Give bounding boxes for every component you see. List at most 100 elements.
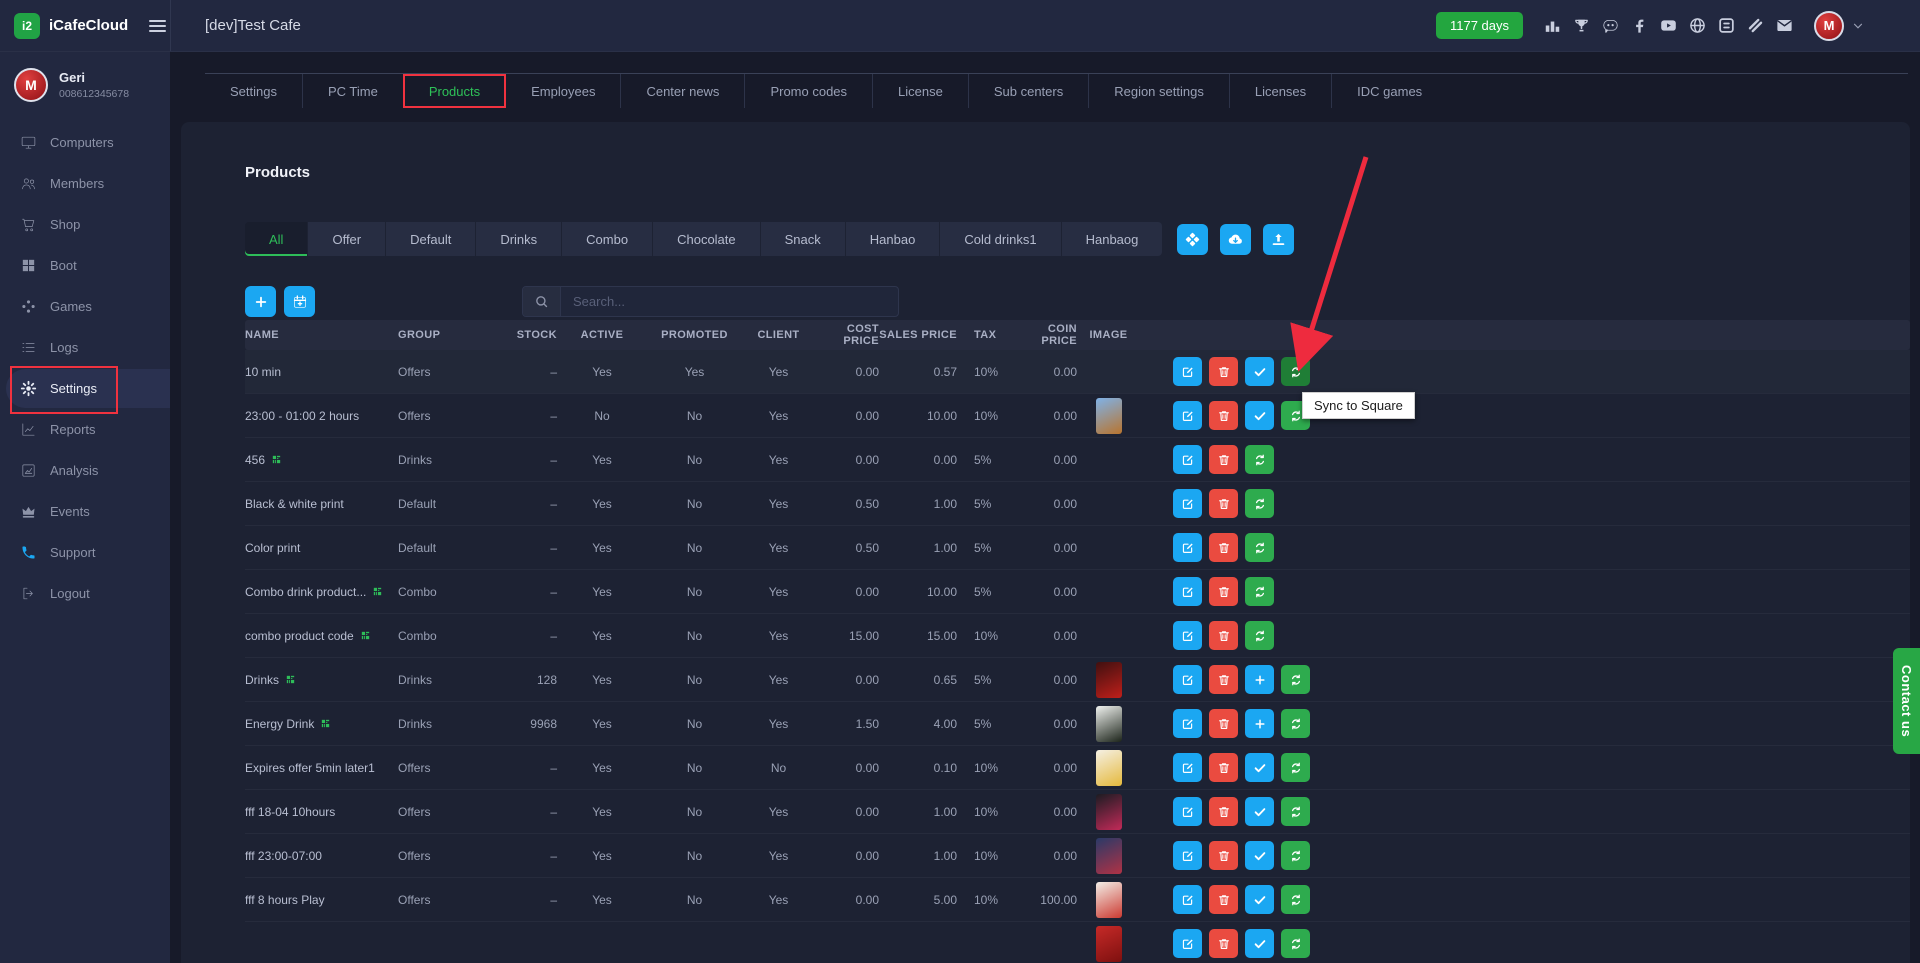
edit-button[interactable] — [1173, 533, 1202, 562]
sync-button[interactable] — [1281, 929, 1310, 958]
menu-icon[interactable] — [149, 20, 166, 32]
contact-us-tab[interactable]: Contact us — [1893, 648, 1920, 754]
edit-button[interactable] — [1173, 885, 1202, 914]
edit-button[interactable] — [1173, 577, 1202, 606]
edit-button[interactable] — [1173, 489, 1202, 518]
tab-pc-time[interactable]: PC Time — [302, 74, 403, 108]
edit-button[interactable] — [1173, 621, 1202, 650]
trash-button[interactable] — [1209, 401, 1238, 430]
check-button[interactable] — [1245, 841, 1274, 870]
filter-chip-hanbaog[interactable]: Hanbaog — [1062, 222, 1163, 256]
plus-button[interactable] — [1245, 665, 1274, 694]
sync-button[interactable] — [1245, 445, 1274, 474]
edit-button[interactable] — [1173, 665, 1202, 694]
sidebar-item-logout[interactable]: Logout — [0, 573, 170, 614]
trash-button[interactable] — [1209, 621, 1238, 650]
trash-button[interactable] — [1209, 841, 1238, 870]
tab-sub-centers[interactable]: Sub centers — [968, 74, 1088, 108]
sidebar-item-members[interactable]: Members — [0, 163, 170, 204]
trash-button[interactable] — [1209, 445, 1238, 474]
avatar[interactable]: M — [1814, 11, 1844, 41]
trash-button[interactable] — [1209, 577, 1238, 606]
sidebar-item-events[interactable]: Events — [0, 491, 170, 532]
tab-employees[interactable]: Employees — [505, 74, 620, 108]
edit-button[interactable] — [1173, 357, 1202, 386]
edit-button[interactable] — [1173, 401, 1202, 430]
tab-licenses[interactable]: Licenses — [1229, 74, 1331, 108]
sidebar-item-logs[interactable]: Logs — [0, 327, 170, 368]
sync-button[interactable] — [1245, 533, 1274, 562]
trash-button[interactable] — [1209, 533, 1238, 562]
check-button[interactable] — [1245, 797, 1274, 826]
check-button[interactable] — [1245, 401, 1274, 430]
sync-button[interactable] — [1245, 489, 1274, 518]
sidebar-item-analysis[interactable]: Analysis — [0, 450, 170, 491]
tab-idc-games[interactable]: IDC games — [1331, 74, 1447, 108]
filter-chip-offer[interactable]: Offer — [308, 222, 386, 256]
filter-chip-combo[interactable]: Combo — [562, 222, 653, 256]
trash-button[interactable] — [1209, 357, 1238, 386]
sidebar-item-boot[interactable]: Boot — [0, 245, 170, 286]
sync-button[interactable] — [1245, 577, 1274, 606]
ranking-icon[interactable] — [1543, 16, 1562, 35]
sync-button[interactable] — [1281, 357, 1310, 386]
trash-button[interactable] — [1209, 753, 1238, 782]
check-button[interactable] — [1245, 885, 1274, 914]
trash-button[interactable] — [1209, 709, 1238, 738]
trash-button[interactable] — [1209, 489, 1238, 518]
days-badge[interactable]: 1177 days — [1436, 12, 1523, 39]
filter-chip-hanbao[interactable]: Hanbao — [846, 222, 941, 256]
sidebar-item-reports[interactable]: Reports — [0, 409, 170, 450]
search-input[interactable] — [561, 287, 898, 316]
tab-promo-codes[interactable]: Promo codes — [744, 74, 872, 108]
sync-button[interactable] — [1281, 665, 1310, 694]
trophy-icon[interactable] — [1572, 16, 1591, 35]
sync-button[interactable] — [1245, 621, 1274, 650]
tab-products[interactable]: Products — [403, 74, 505, 108]
icafecloud-icon[interactable] — [1717, 16, 1736, 35]
sync-button[interactable] — [1281, 797, 1310, 826]
discord-icon[interactable] — [1601, 16, 1620, 35]
layers-icon[interactable] — [1746, 16, 1765, 35]
sidebar-item-shop[interactable]: Shop — [0, 204, 170, 245]
check-button[interactable] — [1245, 357, 1274, 386]
filter-chip-drinks[interactable]: Drinks — [476, 222, 562, 256]
tab-center-news[interactable]: Center news — [620, 74, 744, 108]
filter-chip-all[interactable]: All — [245, 222, 308, 256]
trash-button[interactable] — [1209, 797, 1238, 826]
tab-region-settings[interactable]: Region settings — [1088, 74, 1229, 108]
add-offer-button[interactable] — [284, 286, 315, 317]
sidebar-item-support[interactable]: Support — [0, 532, 170, 573]
plus-button[interactable] — [1245, 709, 1274, 738]
square-categories-button[interactable] — [1177, 224, 1208, 255]
sidebar-user[interactable]: M Geri 008612345678 — [0, 52, 170, 112]
trash-button[interactable] — [1209, 885, 1238, 914]
sidebar-item-computers[interactable]: Computers — [0, 122, 170, 163]
check-button[interactable] — [1245, 753, 1274, 782]
sync-button[interactable] — [1281, 841, 1310, 870]
sidebar-item-games[interactable]: Games — [0, 286, 170, 327]
edit-button[interactable] — [1173, 929, 1202, 958]
trash-button[interactable] — [1209, 929, 1238, 958]
mail-icon[interactable] — [1775, 16, 1794, 35]
import-products-button[interactable] — [1220, 224, 1251, 255]
edit-button[interactable] — [1173, 797, 1202, 826]
check-button[interactable] — [1245, 929, 1274, 958]
edit-button[interactable] — [1173, 841, 1202, 870]
filter-chip-snack[interactable]: Snack — [761, 222, 846, 256]
filter-chip-cold-drinks1[interactable]: Cold drinks1 — [940, 222, 1061, 256]
chevron-down-icon[interactable] — [1851, 19, 1865, 33]
facebook-icon[interactable] — [1630, 16, 1649, 35]
sync-button[interactable] — [1281, 709, 1310, 738]
tab-settings[interactable]: Settings — [205, 74, 302, 108]
globe-icon[interactable] — [1688, 16, 1707, 35]
export-products-button[interactable] — [1263, 224, 1294, 255]
sidebar-item-settings[interactable]: Settings — [0, 368, 170, 409]
filter-chip-chocolate[interactable]: Chocolate — [653, 222, 761, 256]
youtube-icon[interactable] — [1659, 16, 1678, 35]
sync-button[interactable] — [1281, 753, 1310, 782]
edit-button[interactable] — [1173, 445, 1202, 474]
filter-chip-default[interactable]: Default — [386, 222, 476, 256]
trash-button[interactable] — [1209, 665, 1238, 694]
tab-license[interactable]: License — [872, 74, 968, 108]
